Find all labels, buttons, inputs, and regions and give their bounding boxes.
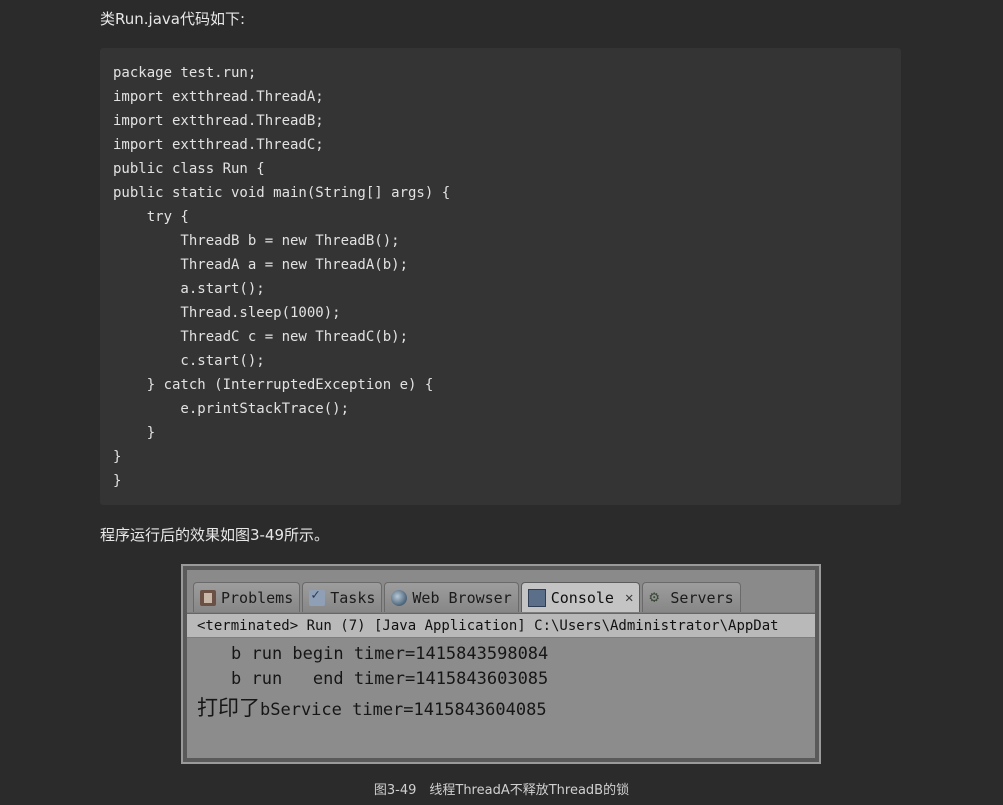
eclipse-console-view: Problems Tasks Web Browser Console ✕ xyxy=(187,570,815,758)
code-line: import extthread.ThreadC; xyxy=(113,137,324,153)
code-line: import extthread.ThreadB; xyxy=(113,113,324,129)
code-line: c.start(); xyxy=(113,353,265,369)
code-line: } xyxy=(113,449,122,465)
code-line: ThreadC c = new ThreadC(b); xyxy=(113,329,409,345)
code-line: public static void main(String[] args) { xyxy=(113,185,451,201)
output-rest: bService timer=1415843604085 xyxy=(260,700,547,720)
servers-icon xyxy=(649,587,665,606)
code-line: e.printStackTrace(); xyxy=(113,401,350,417)
code-block: package test.run; import extthread.Thread… xyxy=(100,48,901,505)
code-line: Thread.sleep(1000); xyxy=(113,305,341,321)
figure-caption: 图3-49 线程ThreadA不释放ThreadB的锁 xyxy=(373,783,630,798)
console-output-line: b run begin timer=1415843598084 xyxy=(231,644,549,664)
code-line: ThreadA a = new ThreadA(b); xyxy=(113,257,409,273)
tab-strip: Problems Tasks Web Browser Console ✕ xyxy=(193,582,815,612)
output-prefix: 打印了 xyxy=(197,696,260,720)
view-tab-bar: Problems Tasks Web Browser Console ✕ xyxy=(187,570,815,612)
tab-label: Problems xyxy=(221,588,294,607)
tab-tasks[interactable]: Tasks xyxy=(302,582,383,612)
tab-problems[interactable]: Problems xyxy=(193,582,301,612)
code-line: } xyxy=(113,425,156,441)
code-line: public class Run { xyxy=(113,161,265,177)
tab-label: Tasks xyxy=(330,588,376,607)
code-line: } catch (InterruptedException e) { xyxy=(113,377,434,393)
code-line: try { xyxy=(113,209,189,225)
console-screenshot-figure: Problems Tasks Web Browser Console ✕ xyxy=(181,564,821,764)
tab-label: Servers xyxy=(670,588,734,607)
tab-label: Console xyxy=(550,588,614,607)
tab-web-browser[interactable]: Web Browser xyxy=(384,582,519,612)
console-output-line: 打印了bService timer=1415843604085 xyxy=(197,692,547,722)
web-browser-icon xyxy=(391,589,408,606)
close-icon[interactable]: ✕ xyxy=(625,590,633,606)
code-line: import extthread.ThreadA; xyxy=(113,89,324,105)
console-status-header: <terminated> Run (7) [Java Application] … xyxy=(187,613,815,637)
code-line: ThreadB b = new ThreadB(); xyxy=(113,233,400,249)
code-line: a.start(); xyxy=(113,281,265,297)
intro-paragraph: 类Run.java代码如下: xyxy=(100,10,246,28)
console-output[interactable]: b run begin timer=1415843598084 b run en… xyxy=(187,638,815,758)
problems-icon xyxy=(200,589,216,606)
code-listing: package test.run; import extthread.Thread… xyxy=(113,61,450,493)
tasks-icon xyxy=(309,587,326,606)
console-output-line: b run end timer=1415843603085 xyxy=(231,669,549,689)
tab-servers[interactable]: Servers xyxy=(642,582,741,612)
console-icon xyxy=(527,588,546,607)
result-paragraph: 程序运行后的效果如图3-49所示。 xyxy=(100,526,330,544)
code-line: package test.run; xyxy=(113,65,257,81)
tab-console[interactable]: Console ✕ xyxy=(520,582,641,612)
code-line: } xyxy=(113,473,122,489)
tab-label: Web Browser xyxy=(412,588,512,607)
